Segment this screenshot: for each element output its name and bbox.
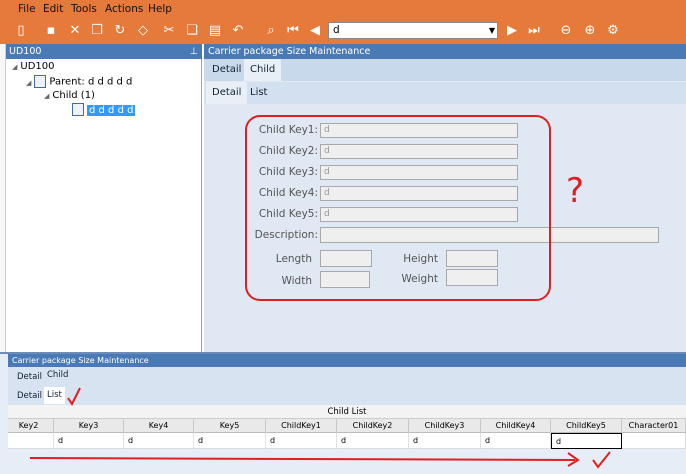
annotation-arrow-line — [29, 457, 576, 461]
annotation-question-mark: ? — [566, 171, 584, 211]
annotation-overlay: ? — [29, 115, 611, 469]
annotation-checkmark — [592, 451, 611, 469]
annotation-checkmark — [67, 387, 81, 406]
annotation-circle — [245, 115, 551, 301]
